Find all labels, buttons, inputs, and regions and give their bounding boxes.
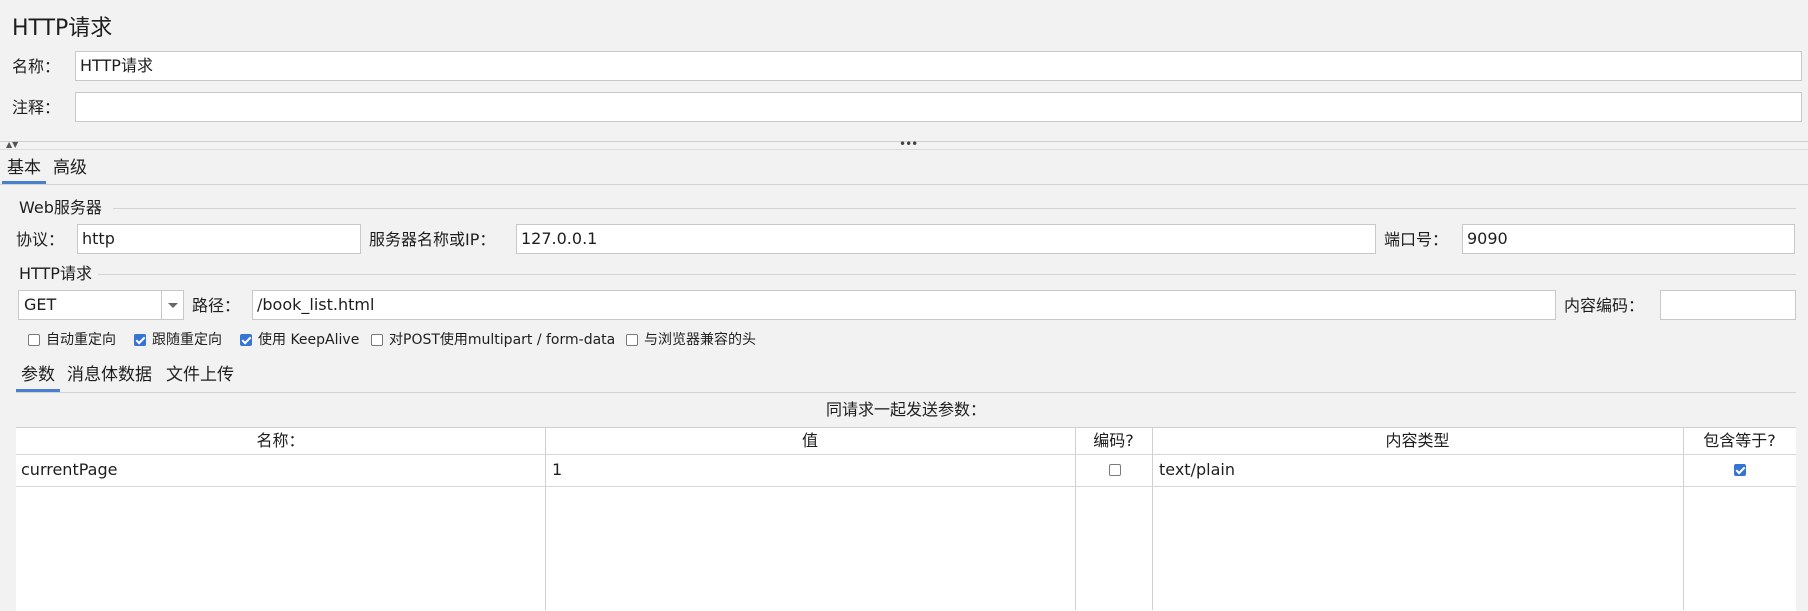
method-divider (161, 291, 162, 319)
keepalive-checkbox[interactable] (240, 334, 252, 346)
name-label: 名称： (12, 57, 61, 76)
http-request-section-title: HTTP请求 (19, 264, 92, 283)
param-include-equals-checkbox[interactable] (1734, 464, 1746, 476)
param-name-cell[interactable]: currentPage (21, 459, 117, 481)
port-label: 端口号： (1384, 230, 1449, 249)
subtabs-divider (16, 392, 1796, 393)
tab-params[interactable]: 参数 (21, 363, 55, 387)
param-value-cell[interactable]: 1 (552, 459, 562, 481)
http-request-section-line (98, 274, 1796, 275)
keepalive-label: 使用 KeepAlive (258, 332, 360, 348)
protocol-label: 协议： (16, 230, 65, 249)
content-encoding-field[interactable] (1660, 290, 1796, 320)
server-field[interactable]: 127.0.0.1 (516, 224, 1376, 254)
params-caption: 同请求一起发送参数： (825, 400, 986, 419)
column-header-value[interactable]: 值 (545, 428, 1075, 454)
name-field[interactable]: HTTP请求 (75, 51, 1802, 81)
port-field[interactable]: 9090 (1462, 224, 1795, 254)
web-server-section-title: Web服务器 (19, 198, 102, 217)
tabs-divider (0, 184, 1808, 185)
comment-label: 注释： (12, 98, 61, 117)
browser-compatible-headers-label: 与浏览器兼容的头 (644, 332, 756, 348)
table-row[interactable] (16, 455, 1796, 487)
multipart-checkbox[interactable] (371, 334, 383, 346)
protocol-field[interactable]: http (77, 224, 361, 254)
param-encode-checkbox[interactable] (1109, 464, 1121, 476)
content-encoding-label: 内容编码： (1564, 296, 1645, 315)
browser-compatible-headers-checkbox[interactable] (626, 334, 638, 346)
param-content-type-cell[interactable]: text/plain (1159, 459, 1235, 481)
follow-redirect-checkbox[interactable] (134, 334, 146, 346)
follow-redirect-label: 跟随重定向 (152, 332, 222, 348)
web-server-section-line (113, 208, 1796, 209)
tab-advanced[interactable]: 高级 (53, 156, 87, 180)
chevron-down-icon[interactable] (168, 303, 178, 308)
tab-body-data[interactable]: 消息体数据 (67, 363, 152, 387)
column-header-name[interactable]: 名称： (16, 428, 545, 454)
method-value: GET (24, 295, 57, 314)
method-select[interactable]: GET (18, 290, 184, 320)
auto-redirect-checkbox[interactable] (28, 334, 40, 346)
tab-file-upload[interactable]: 文件上传 (166, 363, 234, 387)
path-label: 路径： (192, 296, 241, 315)
panel-title: HTTP请求 (12, 16, 113, 41)
path-field[interactable]: /book_list.html (252, 290, 1556, 320)
auto-redirect-label: 自动重定向 (46, 332, 116, 348)
server-label: 服务器名称或IP： (369, 230, 496, 249)
splitter-line-bottom (0, 149, 1808, 150)
column-header-include-equals[interactable]: 包含等于? (1683, 428, 1796, 454)
column-header-content-type[interactable]: 内容类型 (1152, 428, 1683, 454)
tab-basic[interactable]: 基本 (7, 156, 41, 180)
multipart-label: 对POST使用multipart / form-data (389, 332, 616, 348)
column-header-encode[interactable]: 编码? (1075, 428, 1152, 454)
comment-field[interactable] (75, 92, 1802, 122)
